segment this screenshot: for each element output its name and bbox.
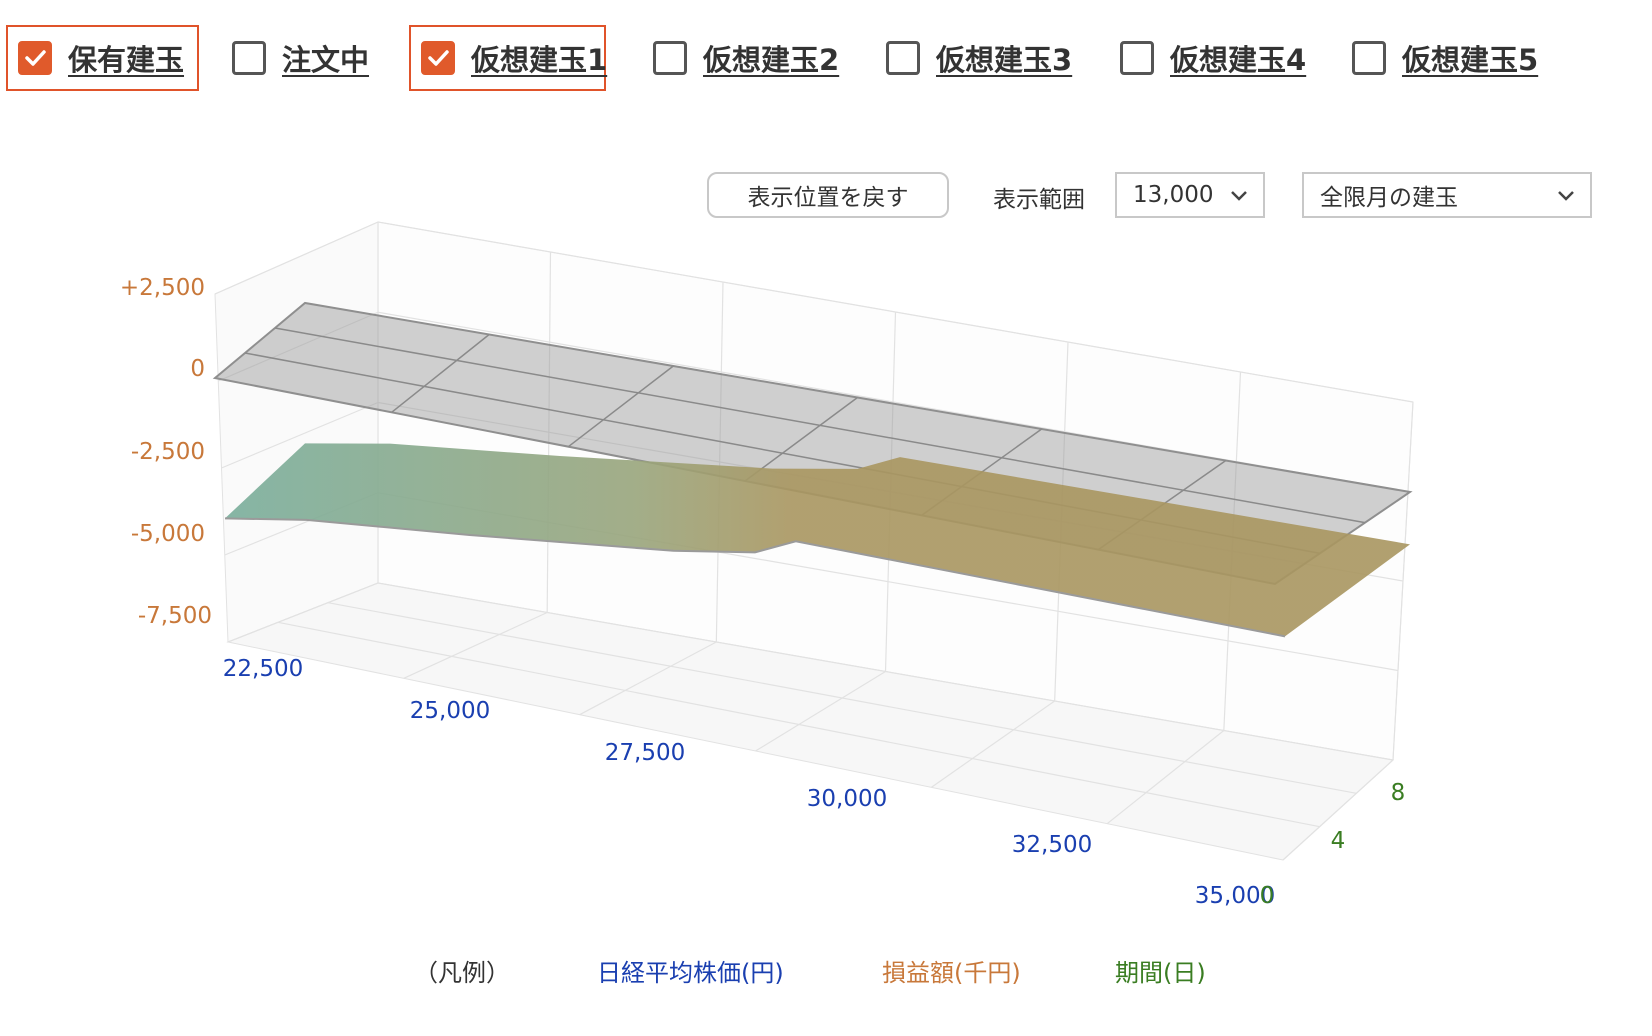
checkbox-box[interactable] bbox=[1352, 41, 1386, 75]
checkbox-pending-orders[interactable]: 注文中 bbox=[222, 25, 379, 91]
x-tick-label: 30,000 bbox=[807, 786, 887, 812]
z-tick-label: -2,500 bbox=[131, 439, 205, 465]
checkbox-box[interactable] bbox=[421, 41, 455, 75]
checkbox-box[interactable] bbox=[1120, 41, 1154, 75]
chevron-down-icon bbox=[1231, 191, 1247, 201]
display-range-select[interactable]: 13,000 bbox=[1115, 172, 1265, 218]
legend-title: （凡例） bbox=[414, 959, 510, 987]
checkbox-box[interactable] bbox=[886, 41, 920, 75]
z-tick-label: +2,500 bbox=[120, 275, 205, 301]
z-tick-label: -7,500 bbox=[138, 603, 212, 629]
x-tick-label: 22,500 bbox=[223, 656, 303, 682]
checkbox-label: 仮想建玉4 bbox=[1170, 43, 1307, 77]
x-tick-label: 25,000 bbox=[410, 698, 490, 724]
y-tick-label: 8 bbox=[1391, 780, 1406, 806]
checkbox-virtual-position-5[interactable]: 仮想建玉5 bbox=[1342, 25, 1548, 91]
z-tick-label: 0 bbox=[190, 356, 205, 382]
chart-legend: （凡例） 日経平均株価(円) 損益額(千円) 期間(日) bbox=[0, 953, 1652, 993]
reset-view-button[interactable]: 表示位置を戻す bbox=[707, 172, 949, 218]
x-tick-label: 32,500 bbox=[1012, 832, 1092, 858]
checkbox-virtual-position-1[interactable]: 仮想建玉1 bbox=[409, 25, 608, 91]
chevron-down-icon bbox=[1558, 191, 1574, 201]
checkbox-virtual-position-2[interactable]: 仮想建玉2 bbox=[643, 25, 849, 91]
checkbox-holding-positions[interactable]: 保有建玉 bbox=[6, 25, 199, 91]
checkbox-label: 仮想建玉1 bbox=[471, 43, 608, 77]
y-tick-label: 4 bbox=[1331, 828, 1346, 854]
contract-month-value: 全限月の建玉 bbox=[1320, 185, 1458, 211]
left-wall bbox=[214, 221, 379, 643]
pnl-3d-chart[interactable]: +2,500 0 -2,500 -5,000 -7,500 22,500 25,000 27,… bbox=[0, 215, 1652, 945]
checkbox-box[interactable] bbox=[18, 41, 52, 75]
legend-x-axis: 日経平均株価(円) bbox=[597, 959, 784, 987]
display-range-label: 表示範囲 bbox=[993, 187, 1085, 213]
checkbox-label: 仮想建玉3 bbox=[936, 43, 1073, 77]
checkbox-box[interactable] bbox=[653, 41, 687, 75]
position-filter-bar: 保有建玉 注文中 仮想建玉1 仮想建玉2 仮想建玉3 仮想建玉4 仮想建玉5 bbox=[0, 0, 1652, 100]
contract-month-select[interactable]: 全限月の建玉 bbox=[1302, 172, 1592, 218]
x-tick-label: 27,500 bbox=[605, 740, 685, 766]
y-tick-label: 0 bbox=[1260, 883, 1275, 909]
checkbox-label: 保有建玉 bbox=[68, 43, 185, 77]
checkbox-box[interactable] bbox=[232, 41, 266, 75]
checkbox-virtual-position-4[interactable]: 仮想建玉4 bbox=[1110, 25, 1316, 91]
checkbox-label: 仮想建玉2 bbox=[703, 43, 840, 77]
checkbox-label: 注文中 bbox=[282, 43, 370, 77]
checkmark-icon bbox=[25, 50, 46, 66]
legend-period: 期間(日) bbox=[1115, 959, 1206, 987]
checkbox-virtual-position-3[interactable]: 仮想建玉3 bbox=[876, 25, 1082, 91]
legend-pnl: 損益額(千円) bbox=[882, 959, 1021, 987]
display-range-value: 13,000 bbox=[1133, 182, 1214, 208]
z-tick-label: -5,000 bbox=[131, 521, 205, 547]
checkbox-label: 仮想建玉5 bbox=[1402, 43, 1539, 77]
checkmark-icon bbox=[428, 50, 449, 66]
